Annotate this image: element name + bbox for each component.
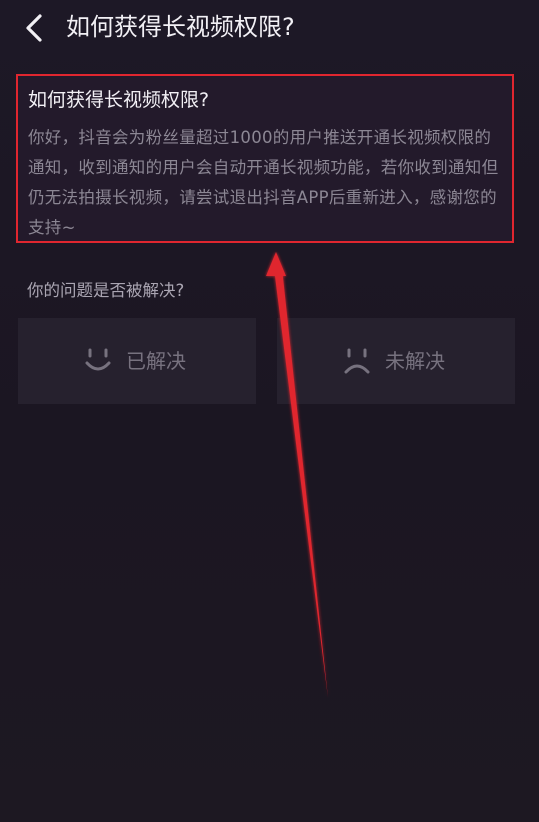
back-button[interactable] (20, 12, 50, 44)
sad-face-icon (344, 348, 370, 374)
chevron-left-icon (26, 14, 42, 42)
smile-face-icon (85, 348, 111, 371)
resolved-button[interactable]: 已解决 (18, 318, 256, 404)
resolve-question: 你的问题是否被解决? (27, 281, 185, 300)
answer-title: 如何获得长视频权限? (28, 89, 210, 111)
unresolved-label: 未解决 (385, 349, 445, 373)
resolved-label: 已解决 (126, 349, 186, 373)
page-title: 如何获得长视频权限? (66, 13, 295, 41)
header-bar: 如何获得长视频权限? (0, 0, 539, 58)
answer-body: 你好，抖音会为粉丝量超过1000的用户推送开通长视频权限的通知，收到通知的用户会… (28, 128, 499, 237)
unresolved-button[interactable]: 未解决 (277, 318, 515, 404)
help-screen: 如何获得长视频权限? 如何获得长视频权限? 你好，抖音会为粉丝量超过1000的用… (0, 0, 539, 822)
answer-card-highlighted: 如何获得长视频权限? 你好，抖音会为粉丝量超过1000的用户推送开通长视频权限的… (16, 74, 514, 243)
